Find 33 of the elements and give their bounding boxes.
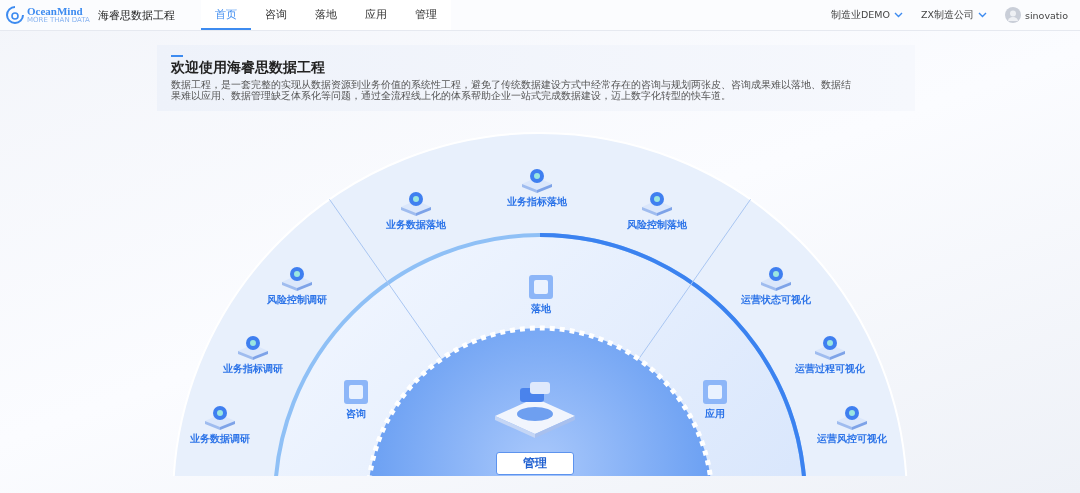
- wave-logo-icon: [6, 6, 24, 24]
- module-label[interactable]: 业务指标落地: [507, 195, 567, 209]
- module-label[interactable]: 运营状态可视化: [741, 293, 811, 307]
- nav-tab[interactable]: 首页: [200, 0, 251, 30]
- tile-icon: [343, 379, 369, 405]
- module-label[interactable]: 运营过程可视化: [795, 362, 865, 376]
- avatar-icon[interactable]: [1004, 7, 1021, 23]
- welcome-description: 数据工程，是一套完整的实现从数据资源到业务价值的系统性工程，避免了传统数据建设方式中经常存在的咨询与规划两张皮、咨询成果难以落地、数据结果难以应用、数据管理缺乏体系化等问题，通过全流程线上化的体系帮助企业一站式完成数据建设，迈上数字化转型的快车道。: [171, 79, 851, 101]
- accent-bar: [171, 55, 183, 57]
- app-title: 海睿思数据工程: [97, 7, 175, 23]
- module-label[interactable]: 风险控制落地: [627, 218, 687, 232]
- manage-button[interactable]: 管理: [496, 452, 574, 475]
- module-label[interactable]: 风险控制调研: [267, 293, 327, 307]
- tile-icon: [702, 379, 728, 405]
- nav-tab[interactable]: 落地: [300, 0, 351, 30]
- stage-label[interactable]: 应用: [705, 407, 725, 421]
- company-dropdown[interactable]: ZX制造公司: [920, 8, 987, 22]
- org-dropdown[interactable]: 制造业DEMO: [830, 8, 903, 22]
- module-label[interactable]: 业务数据调研: [190, 432, 250, 446]
- tile-icon: [528, 274, 554, 300]
- stage-label[interactable]: 咨询: [346, 407, 366, 421]
- nav-tab[interactable]: 咨询: [250, 0, 301, 30]
- logo-name: OceanMind: [27, 6, 84, 17]
- module-label[interactable]: 业务数据落地: [386, 218, 446, 232]
- welcome-title: 欢迎使用海睿思数据工程: [171, 59, 326, 77]
- module-label[interactable]: 业务指标调研: [223, 362, 283, 376]
- module-label[interactable]: 运营风控可视化: [817, 432, 887, 446]
- nav-tab[interactable]: 管理: [400, 0, 451, 30]
- chevron-down-icon: [893, 12, 903, 18]
- stage-label[interactable]: 落地: [531, 302, 551, 316]
- user-name: sinovatio: [1024, 9, 1068, 21]
- nav-tab[interactable]: 应用: [350, 0, 401, 30]
- chevron-down-icon: [977, 12, 987, 18]
